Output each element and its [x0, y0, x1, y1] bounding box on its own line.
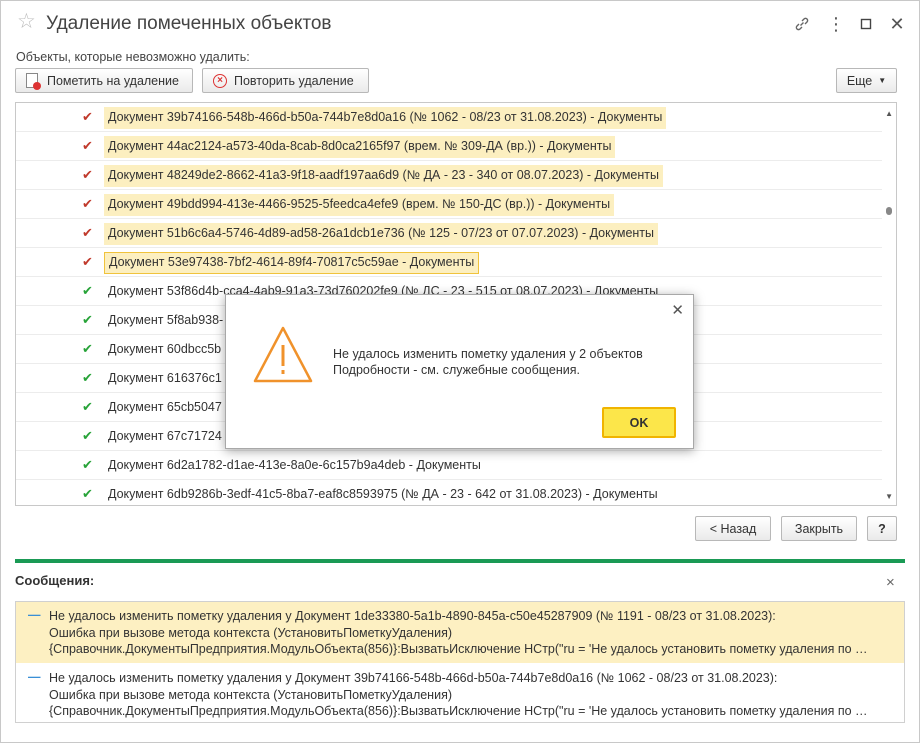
- check-error-icon: ✔: [82, 225, 93, 240]
- dialog-message-line1: Не удалось изменить пометку удаления у 2…: [333, 347, 643, 361]
- window-title: Удаление помеченных объектов: [46, 13, 332, 34]
- more-button[interactable]: Еще ▼: [836, 68, 897, 93]
- close-icon[interactable]: ✕: [886, 13, 908, 35]
- help-button[interactable]: ?: [867, 516, 897, 541]
- repeat-deletion-button[interactable]: × Повторить удаление: [202, 68, 369, 93]
- back-button[interactable]: < Назад: [695, 516, 771, 541]
- list-item[interactable]: ✔ Документ 51b6c6a4-5746-4d89-ad58-26a1d…: [16, 219, 882, 248]
- warning-icon: [253, 326, 313, 383]
- ok-button[interactable]: OK: [602, 407, 676, 438]
- chevron-down-icon: ▼: [878, 76, 887, 85]
- check-ok-icon: ✔: [82, 370, 93, 385]
- help-label: ?: [878, 521, 886, 536]
- scroll-up-icon[interactable]: ▲: [885, 109, 893, 118]
- mark-for-deletion-label: Пометить на удаление: [47, 73, 179, 88]
- messages-title: Сообщения:: [15, 573, 95, 588]
- dialog-message: Не удалось изменить пометку удаления у 2…: [333, 346, 643, 378]
- message-bullet-icon: —: [28, 670, 41, 684]
- maximize-icon[interactable]: [855, 13, 877, 35]
- check-error-icon: ✔: [82, 109, 93, 124]
- check-ok-icon: ✔: [82, 283, 93, 298]
- repeat-deletion-label: Повторить удаление: [234, 73, 354, 88]
- messages-panel[interactable]: — Не удалось изменить пометку удаления у…: [15, 601, 905, 723]
- check-ok-icon: ✔: [82, 457, 93, 472]
- message-item[interactable]: — Не удалось изменить пометку удаления у…: [16, 664, 904, 722]
- list-item[interactable]: ✔ Документ 44ac2124-a573-40da-8cab-8d0ca…: [16, 132, 882, 161]
- deletion-window: ☆ Удаление помеченных объектов ⋮ ✕ Объек…: [0, 0, 920, 743]
- check-ok-icon: ✔: [82, 341, 93, 356]
- star-icon[interactable]: ☆: [17, 11, 36, 32]
- list-item[interactable]: ✔ Документ 48249de2-8662-41a3-9f18-aadf1…: [16, 161, 882, 190]
- list-item[interactable]: ✔ Документ 6db9286b-3edf-41c5-8ba7-eaf8c…: [16, 480, 882, 505]
- messages-close-icon[interactable]: ×: [886, 574, 895, 591]
- message-bullet-icon: —: [28, 608, 41, 622]
- list-item[interactable]: ✔ Документ 6d2a1782-d1ae-413e-8a0e-6c157…: [16, 451, 882, 480]
- ok-label: OK: [629, 415, 649, 430]
- list-scrollbar[interactable]: ▲ ▼: [882, 103, 896, 505]
- dialog-close-icon[interactable]: ✕: [671, 301, 684, 319]
- link-icon[interactable]: [791, 13, 813, 35]
- scroll-down-icon[interactable]: ▼: [885, 492, 893, 501]
- check-ok-icon: ✔: [82, 428, 93, 443]
- scroll-thumb[interactable]: [886, 207, 892, 215]
- dialog-message-line2: Подробности - см. служебные сообщения.: [333, 363, 580, 377]
- back-label: < Назад: [709, 521, 757, 536]
- list-item[interactable]: ✔ Документ 39b74166-548b-466d-b50a-744b7…: [16, 103, 882, 132]
- list-item[interactable]: ✔ Документ 49bdd994-413e-4466-9525-5feed…: [16, 190, 882, 219]
- check-error-icon: ✔: [82, 196, 93, 211]
- error-circle-icon: ×: [213, 73, 227, 89]
- section-caption: Объекты, которые невозможно удалить:: [16, 50, 250, 64]
- check-ok-icon: ✔: [82, 486, 93, 501]
- check-error-icon: ✔: [82, 254, 93, 269]
- document-delete-icon: [26, 72, 41, 90]
- more-label: Еще: [846, 73, 873, 88]
- section-divider: [15, 559, 905, 563]
- check-ok-icon: ✔: [82, 399, 93, 414]
- check-error-icon: ✔: [82, 138, 93, 153]
- check-error-icon: ✔: [82, 167, 93, 182]
- more-vertical-icon[interactable]: ⋮: [825, 13, 847, 35]
- close-button[interactable]: Закрыть: [781, 516, 857, 541]
- title-bar: ☆ Удаление помеченных объектов ⋮ ✕: [1, 1, 919, 45]
- message-item[interactable]: — Не удалось изменить пометку удаления у…: [16, 602, 904, 663]
- mark-for-deletion-button[interactable]: Пометить на удаление: [15, 68, 193, 93]
- list-item-selected[interactable]: ✔ Документ 53e97438-7bf2-4614-89f4-70817…: [16, 248, 882, 277]
- close-label: Закрыть: [794, 521, 844, 536]
- check-ok-icon: ✔: [82, 312, 93, 327]
- error-dialog: ✕ Не удалось изменить пометку удаления у…: [225, 294, 694, 449]
